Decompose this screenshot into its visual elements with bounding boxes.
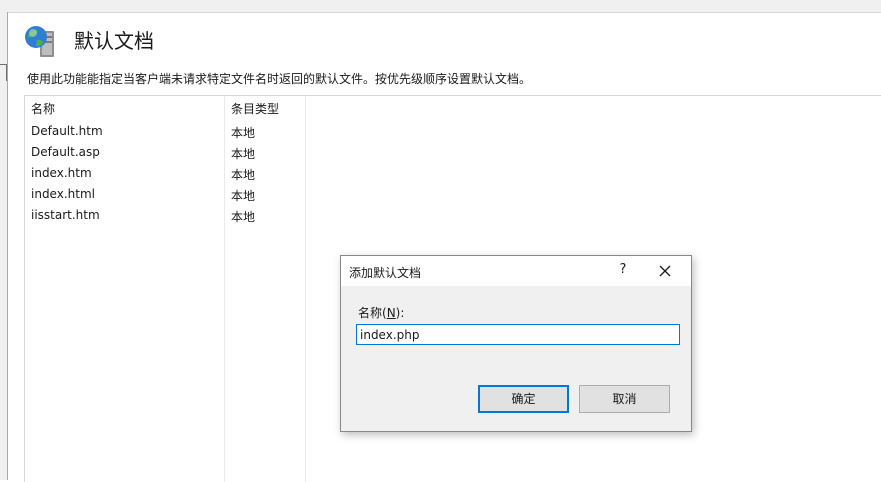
list-item-type: 本地	[231, 126, 256, 140]
list-item-name: index.html	[31, 187, 95, 201]
name-field-mnemonic: N	[386, 306, 396, 320]
left-pane-notch	[0, 64, 7, 81]
add-default-document-dialog: 添加默认文档 ? 名称(N): 确定 取消	[340, 255, 692, 432]
column-header-type[interactable]: 条目类型	[231, 100, 279, 117]
list-item-name: iisstart.htm	[31, 208, 100, 222]
list-item[interactable]: Default.asp 本地	[25, 142, 305, 163]
column-header-name[interactable]: 名称	[31, 100, 55, 117]
list-item[interactable]: index.html 本地	[25, 184, 305, 205]
close-icon[interactable]	[657, 263, 673, 279]
list-item-name: Default.asp	[31, 145, 100, 159]
list-item-name: index.htm	[31, 166, 92, 180]
list-item-type: 本地	[231, 147, 256, 161]
list-item[interactable]: iisstart.htm 本地	[25, 205, 305, 226]
list-item-type: 本地	[231, 210, 256, 224]
list-item-name: Default.htm	[31, 124, 103, 138]
list-item[interactable]: Default.htm 本地	[25, 121, 305, 142]
ok-button[interactable]: 确定	[478, 385, 569, 413]
list-item-type: 本地	[231, 189, 256, 203]
name-input[interactable]	[356, 324, 680, 345]
dialog-titlebar[interactable]: 添加默认文档 ?	[341, 256, 691, 286]
dialog-title: 添加默认文档	[349, 266, 422, 280]
cancel-button[interactable]: 取消	[579, 385, 670, 413]
name-field-label: 名称(N):	[358, 306, 405, 320]
page-description: 使用此功能能指定当客户端未请求特定文件名时返回的默认文件。按优先级顺序设置默认文…	[27, 72, 532, 86]
left-pane-edge[interactable]	[0, 12, 8, 480]
list-item[interactable]: index.htm 本地	[25, 163, 305, 184]
list-item-type: 本地	[231, 168, 256, 182]
window-top-edge	[0, 0, 881, 13]
page-title: 默认文档	[74, 29, 154, 53]
help-button[interactable]: ?	[615, 262, 631, 280]
globe-server-icon	[25, 26, 54, 57]
